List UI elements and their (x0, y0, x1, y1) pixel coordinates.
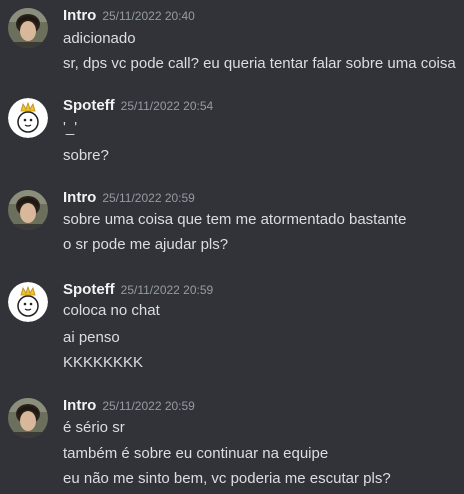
username[interactable]: Intro (63, 397, 96, 414)
message-header: Spoteff 25/11/2022 20:54 (63, 97, 213, 117)
message-text: eu não me sinto bem, vc poderia me escut… (63, 470, 391, 487)
message-text: '_' (63, 119, 78, 136)
user-photo-avatar-icon (8, 190, 48, 230)
user-avatar[interactable] (8, 282, 48, 322)
user-avatar[interactable] (8, 98, 48, 138)
message-header: Intro 25/11/2022 20:40 (63, 7, 195, 27)
message-header: Intro 25/11/2022 20:59 (63, 189, 195, 209)
message-text: sobre uma coisa que tem me atormentado b… (63, 211, 407, 228)
crowned-snowman-avatar-icon (8, 282, 48, 322)
username[interactable]: Intro (63, 189, 96, 206)
message-text: coloca no chat (63, 302, 160, 319)
username[interactable]: Intro (63, 7, 96, 24)
user-avatar[interactable] (8, 190, 48, 230)
message-text: é sério sr (63, 419, 125, 436)
username[interactable]: Spoteff (63, 97, 115, 114)
message-header: Spoteff 25/11/2022 20:59 (63, 281, 213, 301)
user-photo-avatar-icon (8, 8, 48, 48)
timestamp[interactable]: 25/11/2022 20:59 (102, 399, 195, 413)
user-avatar[interactable] (8, 398, 48, 438)
timestamp[interactable]: 25/11/2022 20:59 (121, 283, 214, 297)
message-text: sobre? (63, 147, 109, 164)
message-text: também é sobre eu continuar na equipe (63, 445, 329, 462)
message-text: sr, dps vc pode call? eu queria tentar f… (63, 55, 456, 72)
message-text: adicionado (63, 30, 136, 47)
message-header: Intro 25/11/2022 20:59 (63, 397, 195, 417)
username[interactable]: Spoteff (63, 281, 115, 298)
crowned-snowman-avatar-icon (8, 98, 48, 138)
user-avatar[interactable] (8, 8, 48, 48)
timestamp[interactable]: 25/11/2022 20:54 (121, 99, 214, 113)
message-text: o sr pode me ajudar pls? (63, 236, 229, 253)
user-photo-avatar-icon (8, 398, 48, 438)
message-text: KKKKKKKK (63, 354, 144, 371)
message-text: ai penso (63, 329, 120, 346)
timestamp[interactable]: 25/11/2022 20:40 (102, 9, 195, 23)
timestamp[interactable]: 25/11/2022 20:59 (102, 191, 195, 205)
